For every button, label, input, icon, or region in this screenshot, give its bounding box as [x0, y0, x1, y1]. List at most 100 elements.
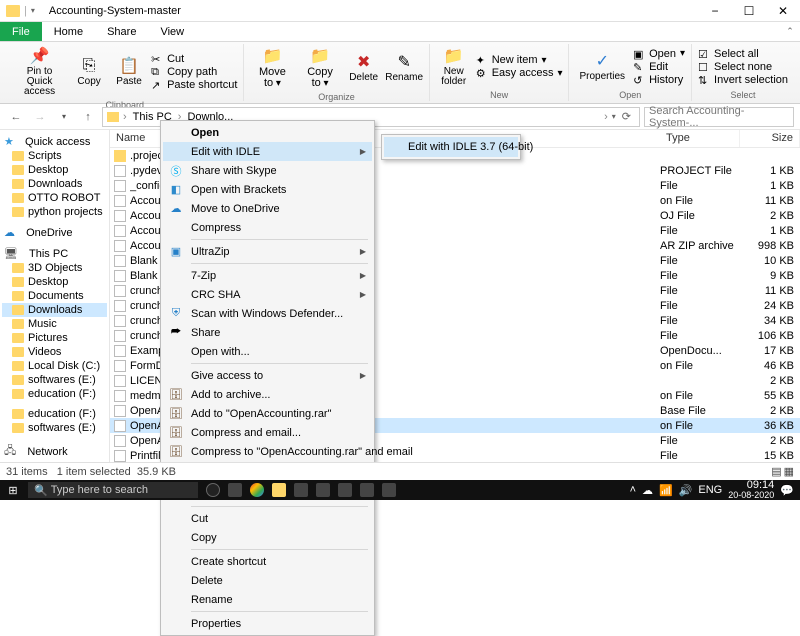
nav-item[interactable]: Desktop — [2, 163, 107, 177]
cortana-icon[interactable] — [228, 483, 242, 497]
nav-item[interactable]: Desktop — [2, 275, 107, 289]
nav-item[interactable]: Videos — [2, 345, 107, 359]
app-icon[interactable] — [316, 483, 330, 497]
view-details-icon[interactable]: ▤ — [771, 465, 781, 478]
cut-button[interactable]: ✂Cut — [151, 53, 237, 65]
maximize-button[interactable]: ☐ — [732, 0, 766, 22]
col-type[interactable]: Type — [660, 130, 740, 147]
chrome-icon[interactable] — [250, 483, 264, 497]
paste-button[interactable]: 📋Paste — [111, 54, 147, 89]
ctx-properties[interactable]: Properties — [163, 614, 372, 633]
app-icon[interactable] — [360, 483, 374, 497]
view-large-icon[interactable]: ▦ — [784, 465, 794, 478]
tab-view[interactable]: View — [148, 22, 196, 41]
chevron-icon[interactable]: › — [602, 111, 610, 123]
explorer-icon[interactable] — [272, 483, 286, 497]
tray-cloud-icon[interactable]: ☁ — [642, 484, 653, 497]
nav-item[interactable]: python projects — [2, 205, 107, 219]
ctx-open-brackets[interactable]: ◧Open with Brackets — [163, 180, 372, 199]
nav-item[interactable]: Downloads — [2, 177, 107, 191]
app-icon[interactable] — [382, 483, 396, 497]
nav-quick-access[interactable]: ★ Quick access — [2, 134, 107, 149]
copy-to-button[interactable]: 📁Copy to ▾ — [299, 44, 342, 91]
nav-this-pc[interactable]: 🖥 This PC — [2, 246, 107, 261]
ctx-cut[interactable]: Cut — [163, 509, 372, 528]
tray-wifi-icon[interactable]: 📶 — [659, 484, 673, 497]
app-icon[interactable] — [294, 483, 308, 497]
nav-item[interactable]: Documents — [2, 289, 107, 303]
nav-item[interactable]: Music — [2, 317, 107, 331]
ctx-crc-sha[interactable]: CRC SHA▶ — [163, 285, 372, 304]
tray-date[interactable]: 20-08-2020 — [728, 491, 774, 500]
copy-button[interactable]: ⎘Copy — [71, 54, 107, 89]
close-button[interactable]: ✕ — [766, 0, 800, 22]
start-button[interactable]: ⊞ — [0, 484, 26, 497]
refresh-icon[interactable]: ⟳ — [618, 110, 635, 123]
edit-button[interactable]: ✎Edit — [633, 61, 685, 73]
tray-chevron-icon[interactable]: ˄ — [630, 484, 636, 496]
nav-item[interactable]: OTTO ROBOT — [2, 191, 107, 205]
pin-button[interactable]: 📌Pin to Quick access — [12, 44, 67, 99]
ctx-defender[interactable]: ⛨Scan with Windows Defender... — [163, 304, 372, 323]
rename-button[interactable]: ✎Rename — [386, 50, 423, 85]
search-input[interactable]: Search Accounting-System-... — [644, 107, 794, 127]
task-view-icon[interactable] — [206, 483, 220, 497]
nav-onedrive[interactable]: ☁ OneDrive — [2, 225, 107, 240]
recent-button[interactable]: ▾ — [54, 107, 74, 127]
ctx-delete[interactable]: Delete — [163, 571, 372, 590]
tab-share[interactable]: Share — [95, 22, 148, 41]
properties-button[interactable]: ✓Properties — [575, 49, 629, 84]
select-none-button[interactable]: ☐Select none — [698, 61, 788, 73]
dropdown-icon[interactable]: ▾ — [31, 6, 35, 15]
nav-item[interactable]: Downloads — [2, 303, 107, 317]
dropdown-icon[interactable]: ▾ — [612, 112, 616, 121]
copy-path-button[interactable]: ⧉Copy path — [151, 66, 237, 78]
easy-access-button[interactable]: ⚙Easy access ▾ — [476, 67, 563, 79]
forward-button[interactable]: → — [30, 107, 50, 127]
ctx-share-skype[interactable]: ⓈShare with Skype — [163, 161, 372, 180]
invert-selection-button[interactable]: ⇅Invert selection — [698, 74, 788, 86]
open-button[interactable]: ▣Open ▾ — [633, 48, 685, 60]
app-icon[interactable] — [338, 483, 352, 497]
tray-lang[interactable]: ENG — [698, 484, 722, 496]
ctx-move-onedrive[interactable]: ☁Move to OneDrive — [163, 199, 372, 218]
tab-file[interactable]: File — [0, 22, 42, 41]
delete-button[interactable]: ✖Delete — [346, 50, 382, 85]
nav-item[interactable]: softwares (E:) — [2, 373, 107, 387]
ctx-give-access[interactable]: Give access to▶ — [163, 366, 372, 385]
new-folder-button[interactable]: 📁New folder — [436, 44, 472, 89]
ctx-open[interactable]: Open — [163, 123, 372, 142]
ctx-share[interactable]: ⮫Share — [163, 323, 372, 342]
nav-network[interactable]: 🖧 Network — [2, 441, 107, 462]
ctx-add-openacc[interactable]: 🗄Add to "OpenAccounting.rar" — [163, 404, 372, 423]
ctx-compress[interactable]: Compress — [163, 218, 372, 237]
nav-item[interactable]: Pictures — [2, 331, 107, 345]
history-button[interactable]: ↺History — [633, 74, 685, 86]
nav-item[interactable]: Local Disk (C:) — [2, 359, 107, 373]
submenu-idle37[interactable]: Edit with IDLE 3.7 (64-bit) — [384, 137, 518, 157]
paste-shortcut-button[interactable]: ↗Paste shortcut — [151, 79, 237, 91]
ctx-compress-email[interactable]: 🗄Compress and email... — [163, 423, 372, 442]
nav-item[interactable]: 3D Objects — [2, 261, 107, 275]
ctx-7zip[interactable]: 7-Zip▶ — [163, 266, 372, 285]
ctx-copy[interactable]: Copy — [163, 528, 372, 547]
move-to-button[interactable]: 📁Move to ▾ — [250, 44, 294, 91]
select-all-button[interactable]: ☑Select all — [698, 48, 788, 60]
tab-home[interactable]: Home — [42, 22, 95, 41]
nav-item[interactable]: education (F:) — [2, 407, 107, 421]
minimize-button[interactable]: − — [698, 0, 732, 22]
col-size[interactable]: Size — [740, 130, 800, 147]
ctx-edit-idle[interactable]: Edit with IDLE▶ — [163, 142, 372, 161]
ctx-ultrazip[interactable]: ▣UltraZip▶ — [163, 242, 372, 261]
back-button[interactable]: ← — [6, 107, 26, 127]
new-item-button[interactable]: ✦New item ▾ — [476, 54, 563, 66]
nav-item[interactable]: Scripts — [2, 149, 107, 163]
ctx-add-archive[interactable]: 🗄Add to archive... — [163, 385, 372, 404]
ctx-shortcut[interactable]: Create shortcut — [163, 552, 372, 571]
ribbon-collapse-icon[interactable]: ⌃ — [780, 22, 800, 41]
ctx-open-with[interactable]: Open with... — [163, 342, 372, 361]
nav-item[interactable]: education (F:) — [2, 387, 107, 401]
ctx-compress-oa-email[interactable]: 🗄Compress to "OpenAccounting.rar" and em… — [163, 442, 372, 461]
nav-item[interactable]: softwares (E:) — [2, 421, 107, 435]
tray-volume-icon[interactable]: 🔊 — [679, 484, 693, 497]
